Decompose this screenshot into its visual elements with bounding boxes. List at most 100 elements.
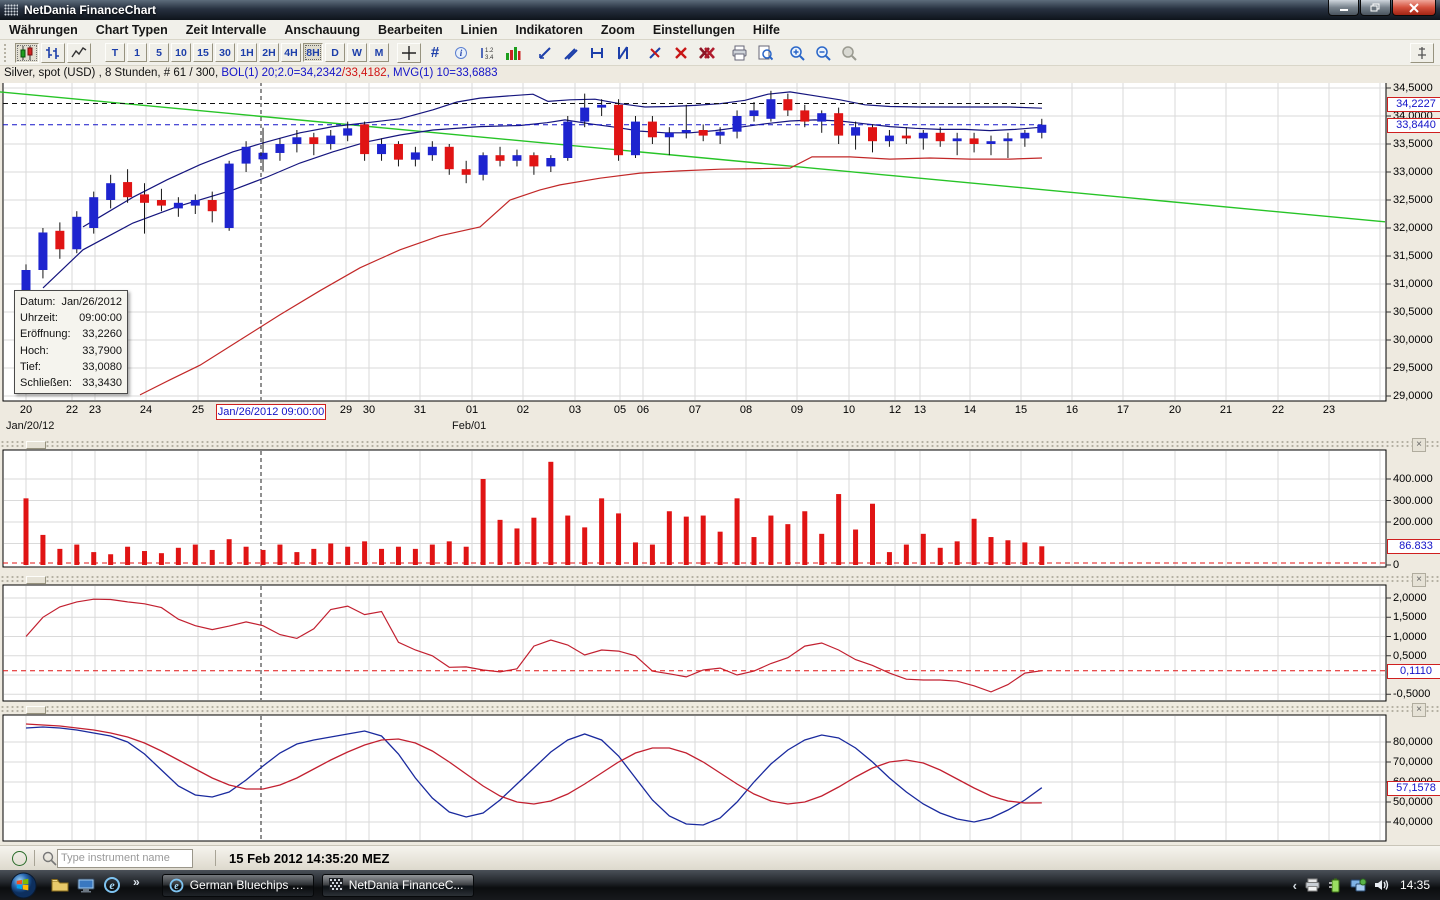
quicklaunch-ie[interactable]: e (102, 875, 122, 895)
grid-button[interactable]: # (423, 43, 447, 63)
interval-30[interactable]: 30 (215, 43, 235, 62)
print-preview-button[interactable] (753, 43, 777, 63)
interval-t[interactable]: T (105, 43, 125, 62)
delete-all-icon (698, 45, 716, 61)
bollinger-upper-label: BOL(1) 20;2.0=34,2342 (221, 67, 342, 79)
tray-network-icon[interactable] (1350, 878, 1367, 893)
panel-splitter[interactable]: × (0, 575, 1440, 584)
pin-icon (1415, 46, 1429, 60)
server-timestamp: 15 Feb 2012 14:35:20 MEZ (229, 851, 389, 866)
splitter-handle[interactable] (26, 576, 46, 584)
tray-printer-icon[interactable] (1304, 878, 1321, 892)
interval-2h[interactable]: 2H (259, 43, 279, 62)
selected-date-box: Jan/26/2012 09:00:00 (216, 404, 326, 420)
menu-einstellungen[interactable]: Einstellungen (644, 22, 744, 38)
quicklaunch-desktop[interactable] (76, 875, 96, 895)
delete-x-icon (673, 45, 689, 61)
start-button[interactable] (10, 872, 37, 899)
title-bar[interactable]: NetDania FinanceChart (0, 0, 1440, 20)
vertical-line-icon (615, 45, 631, 61)
taskbar-item-german-bluechips[interactable]: e German Bluechips - ... (162, 874, 314, 897)
vertical-line-button[interactable] (611, 43, 635, 63)
panel-splitter[interactable]: × (0, 705, 1440, 714)
interval-d[interactable]: D (325, 43, 345, 62)
status-bar: 15 Feb 2012 14:35:20 MEZ (0, 845, 1440, 870)
svg-text:e: e (109, 878, 115, 892)
horizontal-line-button[interactable] (585, 43, 609, 63)
tray-power-icon[interactable] (1328, 878, 1343, 893)
menu-bearbeiten[interactable]: Bearbeiten (369, 22, 452, 38)
netdania-app-icon (329, 878, 343, 892)
interval-8h[interactable]: 8H (303, 43, 323, 62)
menu-hilfe[interactable]: Hilfe (744, 22, 789, 38)
interval-15[interactable]: 15 (193, 43, 213, 62)
tray-expand-chevron[interactable]: ‹ (1293, 878, 1297, 893)
menu-anschauung[interactable]: Anschauung (275, 22, 369, 38)
bar-chart-icon (45, 45, 61, 61)
splitter-handle[interactable] (26, 706, 46, 714)
delete-all-button[interactable] (695, 43, 719, 63)
panel-splitter[interactable]: × (0, 440, 1440, 449)
instrument-search-input[interactable] (57, 849, 193, 868)
splitter-handle[interactable] (26, 441, 46, 449)
windows-taskbar: e » e German Bluechips - ... NetDania Fi… (0, 870, 1440, 900)
taskbar-item-netdania[interactable]: NetDania FinanceC... (322, 874, 474, 897)
mvg-label: , MVG(1) 10=33,6883 (387, 67, 498, 79)
menu-linien[interactable]: Linien (452, 22, 507, 38)
pin-panel-button[interactable] (1410, 43, 1434, 63)
interval-m[interactable]: M (369, 43, 389, 62)
connection-status-icon (12, 851, 27, 866)
zoom-out-icon (815, 45, 831, 61)
app-icon (4, 4, 18, 16)
menu-bar: WährungenChart TypenZeit IntervalleAnsch… (0, 20, 1440, 40)
close-button[interactable] (1392, 0, 1436, 16)
ie-icon: e (103, 876, 121, 894)
panel-close-icon[interactable]: × (1412, 573, 1426, 587)
menu-indikatoren[interactable]: Indikatoren (506, 22, 591, 38)
chart-header: Silver, spot (USD) , 8 Stunden, # 61 / 3… (0, 66, 1440, 83)
restore-button[interactable] (1360, 0, 1391, 16)
minimize-button[interactable] (1328, 0, 1359, 16)
interval-4h[interactable]: 4H (281, 43, 301, 62)
info-icon: i (454, 46, 468, 60)
menu-chart-typen[interactable]: Chart Typen (87, 22, 177, 38)
quicklaunch-overflow-chevron[interactable]: » (133, 875, 140, 889)
interval-w[interactable]: W (347, 43, 367, 62)
interval-5[interactable]: 5 (149, 43, 169, 62)
zoom-in-button[interactable] (785, 43, 809, 63)
interval-1h[interactable]: 1H (237, 43, 257, 62)
svg-text:1.2: 1.2 (485, 48, 494, 54)
interval-buttons: T151015301H2H4H8HDWM (104, 43, 390, 62)
menu-zoom[interactable]: Zoom (592, 22, 644, 38)
line-chart-button[interactable] (67, 43, 91, 63)
menu-zeit-intervalle[interactable]: Zeit Intervalle (177, 22, 276, 38)
tray-volume-icon[interactable] (1374, 878, 1389, 892)
chart-canvas[interactable] (0, 0, 1440, 900)
zoom-out-button[interactable] (811, 43, 835, 63)
candlestick-chart-button[interactable] (15, 43, 39, 63)
zoom-reset-button[interactable] (837, 43, 861, 63)
info-button[interactable]: i (449, 43, 473, 63)
data-labels-button[interactable]: 1.23.4 (475, 43, 499, 63)
horizontal-line-icon (589, 45, 605, 61)
monitor-icon (77, 878, 95, 893)
menu-w-hrungen[interactable]: Währungen (0, 22, 87, 38)
trendline-double-button[interactable] (559, 43, 583, 63)
svg-text:e: e (174, 881, 179, 892)
toolbar-grip[interactable] (4, 44, 10, 62)
interval-10[interactable]: 10 (171, 43, 191, 62)
delete-button[interactable] (669, 43, 693, 63)
trendline-button[interactable] (533, 43, 557, 63)
bar-chart-button[interactable] (41, 43, 65, 63)
volume-button[interactable] (501, 43, 525, 63)
netdania-window: NetDania FinanceChart WährungenChart Typ… (0, 0, 1440, 900)
crosshair-button[interactable] (397, 43, 421, 63)
remove-line-icon (647, 45, 663, 61)
chart-values-icon: 1.23.4 (479, 45, 495, 61)
quicklaunch-folder[interactable] (50, 875, 70, 895)
panel-close-icon[interactable]: × (1412, 703, 1426, 717)
print-button[interactable] (727, 43, 751, 63)
interval-1[interactable]: 1 (127, 43, 147, 62)
panel-close-icon[interactable]: × (1412, 438, 1426, 452)
remove-line-button[interactable] (643, 43, 667, 63)
